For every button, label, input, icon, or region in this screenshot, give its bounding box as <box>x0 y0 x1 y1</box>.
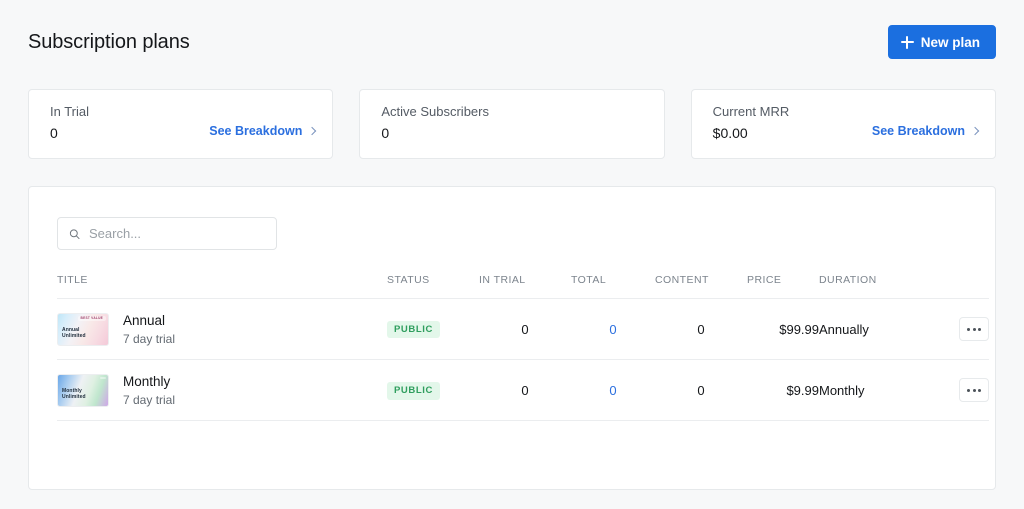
plan-price-cell: $99.99 <box>747 298 819 361</box>
plan-in-trial-cell: 0 <box>479 298 571 361</box>
see-breakdown-link-in-trial-label: See Breakdown <box>209 124 303 138</box>
plan-content-cell: 0 <box>655 359 747 422</box>
thumbnail-text-line2: Unlimited <box>62 394 86 401</box>
column-header-title: TITLE <box>57 274 387 299</box>
column-header-total: TOTAL <box>571 274 655 299</box>
thumbnail-text-line1: Annual <box>62 326 80 333</box>
stat-card-active-subscribers-label: Active Subscribers <box>381 104 489 119</box>
column-header-duration: DURATION <box>819 274 929 299</box>
plan-in-trial-cell: 0 <box>479 359 571 422</box>
stat-card-current-mrr-value: $0.00 <box>712 125 748 141</box>
search-input[interactable] <box>89 226 265 241</box>
thumbnail-badge <box>100 376 106 379</box>
new-plan-button-label: New plan <box>920 34 980 50</box>
chevron-right-icon <box>970 126 980 136</box>
stat-card-current-mrr: Current MRR $0.00 See Breakdown <box>690 89 996 159</box>
column-header-content: CONTENT <box>655 274 747 299</box>
stat-card-row: In Trial 0 See Breakdown Active Subscrib… <box>28 89 996 159</box>
plan-title-text: Annual 7 day trial <box>123 312 175 346</box>
ellipsis-icon <box>972 327 976 331</box>
search-icon <box>69 228 80 239</box>
plan-trial-info: 7 day trial <box>123 332 176 347</box>
plans-table-body: BEST VALUE Annual Unlimited Annual 7 day… <box>57 298 989 422</box>
plan-name: Annual <box>123 313 166 328</box>
row-actions-button[interactable] <box>959 378 989 403</box>
page-title: Subscription plans <box>28 30 190 53</box>
thumbnail-text: Annual Unlimited <box>62 327 86 340</box>
ellipsis-icon <box>967 327 970 331</box>
stat-card-current-mrr-label: Current MRR <box>712 104 790 119</box>
page-header: Subscription plans New plan <box>28 22 996 62</box>
search-box[interactable] <box>57 217 277 250</box>
plan-thumbnail-annual: BEST VALUE Annual Unlimited <box>57 312 109 346</box>
stat-card-active-subscribers: Active Subscribers 0 <box>359 89 665 159</box>
ellipsis-icon <box>967 388 970 392</box>
plan-price-cell: $9.99 <box>747 359 819 422</box>
plans-panel: TITLE STATUS IN TRIAL TOTAL CONTENT PRIC… <box>28 186 996 490</box>
see-breakdown-link-in-trial[interactable]: See Breakdown <box>209 124 317 138</box>
stat-card-in-trial: In Trial 0 See Breakdown <box>28 89 334 159</box>
see-breakdown-link-current-mrr-label: See Breakdown <box>871 124 965 138</box>
plan-thumbnail-monthly: Monthly Unlimited <box>57 373 109 407</box>
chevron-right-icon <box>308 126 317 136</box>
plans-table: TITLE STATUS IN TRIAL TOTAL CONTENT PRIC… <box>57 274 989 422</box>
ellipsis-icon <box>972 388 976 392</box>
thumbnail-text-line1: Monthly <box>62 388 82 395</box>
thumbnail-text: Monthly Unlimited <box>62 388 86 401</box>
status-badge: PUBLIC <box>387 320 440 339</box>
thumbnail-badge: BEST VALUE <box>77 315 106 321</box>
plan-total-link[interactable]: 0 <box>609 383 616 398</box>
see-breakdown-link-current-mrr[interactable]: See Breakdown <box>871 124 980 138</box>
stat-card-active-subscribers-content: Active Subscribers 0 <box>381 104 489 141</box>
plan-actions-cell <box>929 359 989 422</box>
stat-card-in-trial-label: In Trial <box>50 104 90 119</box>
stat-card-current-mrr-content: Current MRR $0.00 <box>713 104 790 141</box>
subscription-plans-page: Subscription plans New plan In Trial 0 S… <box>0 0 1024 509</box>
table-row[interactable]: BEST VALUE Annual Unlimited Annual 7 day… <box>57 298 989 361</box>
plan-total-link[interactable]: 0 <box>609 322 616 337</box>
row-actions-button[interactable] <box>959 317 989 342</box>
plan-status-cell: PUBLIC <box>387 359 479 422</box>
status-badge: PUBLIC <box>387 382 440 400</box>
stat-card-in-trial-value: 0 <box>50 125 58 141</box>
ellipsis-icon <box>978 388 981 392</box>
plan-trial-info: 7 day trial <box>123 393 176 408</box>
plan-title-cell: BEST VALUE Annual Unlimited Annual 7 day… <box>57 298 387 361</box>
new-plan-button[interactable]: New plan <box>887 25 996 59</box>
column-header-price: PRICE <box>747 274 819 299</box>
column-header-in-trial: IN TRIAL <box>479 274 571 299</box>
table-row[interactable]: Monthly Unlimited Monthly 7 day trial PU… <box>57 359 989 422</box>
plan-total-cell: 0 <box>571 359 655 422</box>
stat-card-in-trial-content: In Trial 0 <box>50 104 89 141</box>
ellipsis-icon <box>978 327 981 331</box>
column-header-actions <box>929 274 989 299</box>
plan-status-cell: PUBLIC <box>387 298 479 361</box>
stat-card-active-subscribers-value: 0 <box>381 125 390 141</box>
plan-name: Monthly <box>123 374 171 390</box>
plan-title-text: Monthly 7 day trial <box>123 373 175 407</box>
plan-actions-cell <box>929 298 989 361</box>
plus-icon <box>900 35 914 49</box>
plan-content-cell: 0 <box>655 298 747 361</box>
plans-table-head: TITLE STATUS IN TRIAL TOTAL CONTENT PRIC… <box>57 274 989 299</box>
plan-title-cell: Monthly Unlimited Monthly 7 day trial <box>57 359 387 422</box>
table-header-row: TITLE STATUS IN TRIAL TOTAL CONTENT PRIC… <box>57 274 989 299</box>
plan-duration-cell: Annually <box>819 298 929 361</box>
column-header-status: STATUS <box>387 274 479 299</box>
plan-total-cell: 0 <box>571 298 655 361</box>
search-area <box>57 187 967 250</box>
thumbnail-text-line2: Unlimited <box>62 333 86 340</box>
plan-duration-cell: Monthly <box>819 359 929 422</box>
